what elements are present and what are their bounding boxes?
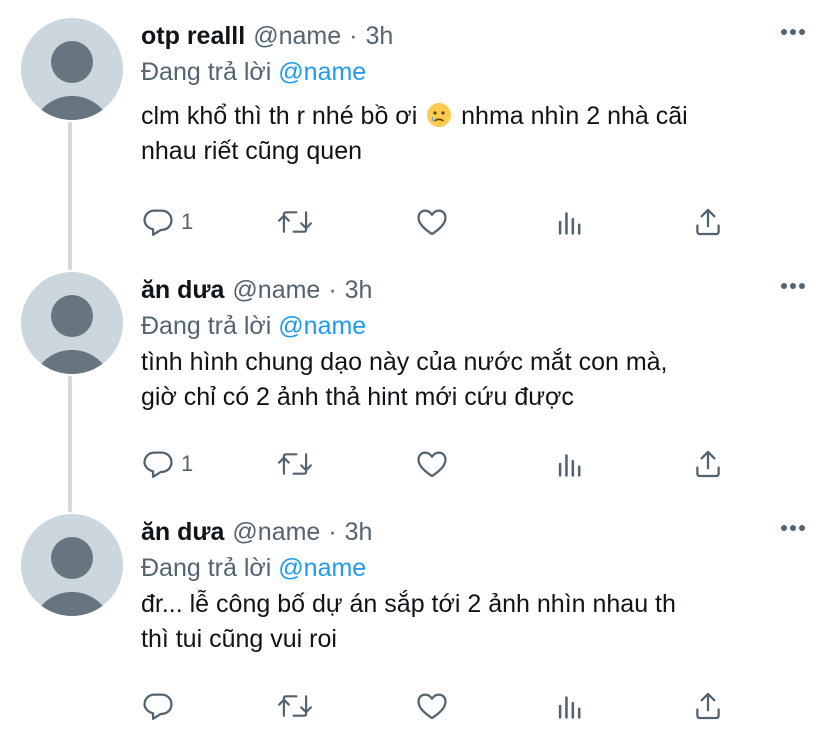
timestamp[interactable]: 3h (365, 22, 393, 51)
reply-icon (143, 209, 173, 236)
views-icon (558, 454, 581, 477)
replying-to: Đang trả lời @name (141, 55, 808, 89)
separator: · (349, 21, 358, 50)
tweet-text-part: clm khổ thì th r nhé bồ ơi (141, 102, 418, 130)
retweet-icon (277, 695, 313, 717)
reply-icon (143, 451, 173, 478)
more-icon[interactable] (778, 271, 808, 301)
share-button[interactable] (691, 202, 725, 242)
share-icon (696, 208, 720, 236)
handle[interactable]: @name (232, 518, 320, 547)
reply-count: 1 (181, 209, 194, 234)
views-button[interactable] (553, 202, 587, 242)
reply-button[interactable] (141, 686, 181, 726)
replying-to: Đang trả lời @name (141, 551, 808, 585)
tweet-text: clm khổ thì th r nhé bồ ơi nhma nhìn 2 n… (141, 99, 808, 169)
tweet-actions (141, 686, 741, 726)
default-avatar-icon (35, 41, 109, 120)
like-icon (417, 451, 447, 478)
tweet-header: ăn dưa @name · 3h (141, 515, 808, 549)
retweet-button[interactable] (277, 686, 313, 726)
avatar[interactable] (21, 514, 123, 616)
like-button[interactable] (415, 444, 449, 484)
share-button[interactable] (691, 444, 725, 484)
retweet-button[interactable] (277, 202, 313, 242)
replying-to-handle[interactable]: @name (278, 312, 366, 340)
handle[interactable]: @name (232, 276, 320, 305)
replying-to-label: Đang trả lời (141, 554, 272, 582)
replying-to-handle[interactable]: @name (278, 58, 366, 86)
display-name[interactable]: otp realll (141, 22, 245, 51)
avatar[interactable] (21, 18, 123, 120)
tweet-text: đr... lễ công bố dự án sắp tới 2 ảnh nhì… (141, 590, 676, 653)
separator: · (328, 517, 337, 546)
tweet-actions: 1 (141, 202, 741, 242)
replying-to-label: Đang trả lời (141, 312, 272, 340)
replying-to-label: Đang trả lời (141, 58, 272, 86)
like-icon (417, 693, 447, 720)
like-button[interactable] (415, 686, 449, 726)
reply-button[interactable]: 1 (141, 444, 193, 484)
reply-count: 1 (181, 451, 194, 476)
retweet-button[interactable] (277, 444, 313, 484)
display-name[interactable]: ăn dưa (141, 518, 224, 547)
timestamp[interactable]: 3h (345, 518, 373, 547)
separator: · (328, 275, 337, 304)
like-icon (417, 209, 447, 236)
share-button[interactable] (691, 686, 725, 726)
tweet-header: ăn dưa @name · 3h (141, 273, 808, 307)
reply-icon (143, 693, 173, 720)
tweet-header: otp realll @name · 3h (141, 19, 808, 53)
more-icon[interactable] (778, 513, 808, 543)
tweet-text: tình hình chung dạo này của nước mắt con… (141, 348, 668, 411)
like-button[interactable] (415, 202, 449, 242)
views-button[interactable] (553, 686, 587, 726)
retweet-icon (277, 453, 313, 475)
replying-to-handle[interactable]: @name (278, 554, 366, 582)
default-avatar-icon (35, 295, 109, 374)
timestamp[interactable]: 3h (345, 276, 373, 305)
thread-line (68, 122, 72, 270)
views-icon (558, 212, 581, 235)
retweet-icon (277, 211, 313, 233)
tweet-actions: 1 (141, 444, 741, 484)
avatar[interactable] (21, 272, 123, 374)
views-icon (558, 696, 581, 719)
default-avatar-icon (35, 537, 109, 616)
views-button[interactable] (553, 444, 587, 484)
more-icon[interactable] (778, 17, 808, 47)
display-name[interactable]: ăn dưa (141, 276, 224, 305)
thread-line (68, 376, 72, 512)
replying-to: Đang trả lời @name (141, 309, 808, 343)
reply-button[interactable]: 1 (141, 202, 193, 242)
crying-face-emoji-icon (426, 102, 452, 128)
share-icon (696, 450, 720, 478)
share-icon (696, 692, 720, 720)
handle[interactable]: @name (253, 22, 341, 51)
